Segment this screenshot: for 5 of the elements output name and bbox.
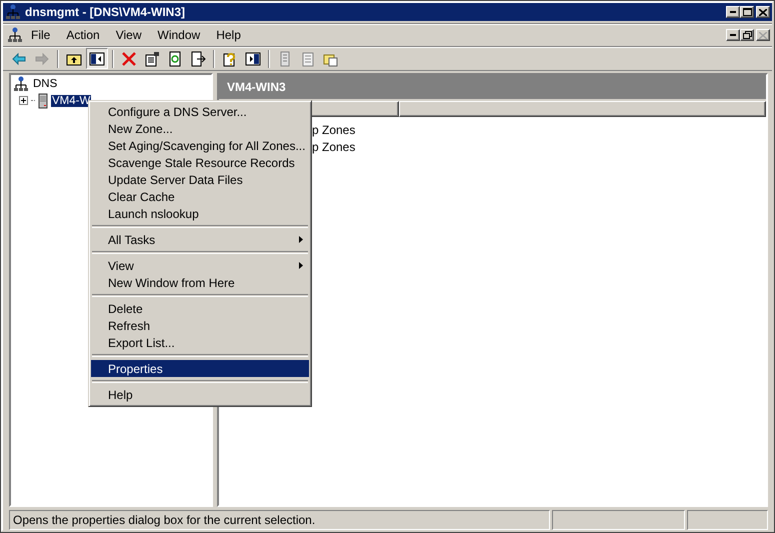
menu-label: All Tasks xyxy=(108,232,156,246)
status-text: Opens the properties dialog box for the current selection. xyxy=(9,510,550,530)
pane-title: VM4-WIN3 xyxy=(227,80,286,94)
window-title: dnsmgmt - [DNS\VM4-WIN3] xyxy=(25,5,186,19)
menu-label: View xyxy=(108,258,134,272)
